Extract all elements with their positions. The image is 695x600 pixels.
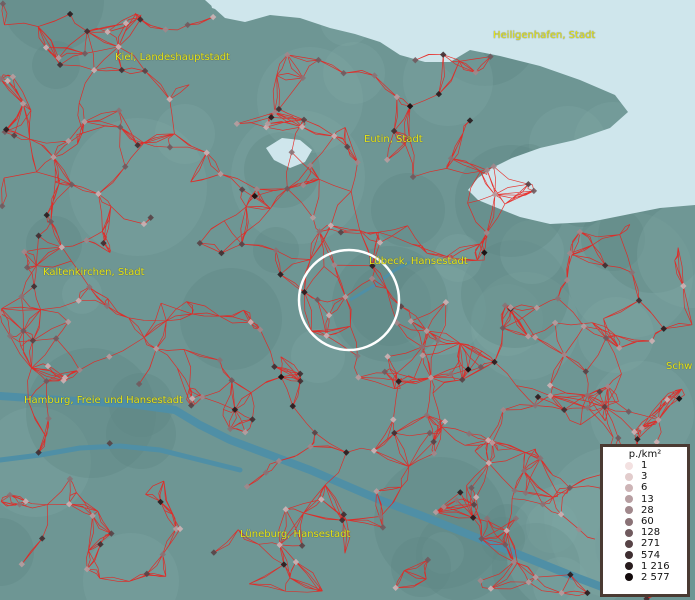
legend-entry: 1 216 [603,561,687,572]
legend-entry: 13 [603,494,687,505]
legend-swatch [625,573,633,582]
legend-label: 271 [641,538,661,550]
legend-label: 60 [641,516,654,528]
legend-label: 2 577 [641,571,670,583]
legend-entry: 3 [603,471,687,482]
legend-label: 3 [641,471,648,483]
legend-entry: 574 [603,550,687,561]
city-label-heiligenhafen[interactable]: Heiligenhafen, Stadt [493,30,595,41]
city-label-luebeck[interactable]: Lübeck, Hansestadt [369,256,468,267]
legend-label: 6 [641,482,648,494]
legend-entry: 60 [603,516,687,527]
legend-label: 1 216 [641,560,670,572]
legend-entry: 2 577 [603,572,687,583]
city-label-kaltenkirchen[interactable]: Kaltenkirchen, Stadt [43,267,145,278]
legend-swatch [625,495,633,504]
legend-entry: 28 [603,505,687,516]
legend-label: 13 [641,493,654,505]
legend-label: 28 [641,504,654,516]
legend-entry: 6 [603,482,687,493]
legend-swatch [625,472,633,481]
legend-swatch [625,551,633,560]
legend-title: p./km² [628,449,662,460]
legend-label: 128 [641,527,661,539]
legend-entry: 128 [603,527,687,538]
legend-label: 574 [641,549,661,561]
map-view[interactable]: Kiel, Landeshauptstadt Heiligenhafen, St… [0,0,695,600]
city-label-hamburg[interactable]: Hamburg, Freie und Hansestadt [24,395,183,406]
city-label-lueneburg[interactable]: Lüneburg, Hansestadt [240,529,350,540]
legend-swatch [625,539,633,548]
city-label-schwerin[interactable]: Schw [666,361,692,372]
legend-swatch [625,483,633,492]
legend-swatch [625,562,633,571]
legend-swatch [625,528,633,537]
legend-rows: 1 3 6 13 28 60 128 271 574 1 216 2 577 [603,460,687,583]
density-legend: p./km² 1 3 6 13 28 60 128 271 574 1 216 2 577 [600,444,690,597]
legend-entry: 1 [603,460,687,471]
legend-entry: 271 [603,538,687,549]
legend-label: 1 [641,460,648,472]
city-label-kiel[interactable]: Kiel, Landeshauptstadt [115,52,230,63]
legend-swatch [625,506,633,515]
city-label-eutin[interactable]: Eutin, Stadt [364,134,423,145]
map-canvas[interactable] [0,0,695,600]
legend-swatch [625,517,633,526]
legend-swatch [625,461,633,470]
